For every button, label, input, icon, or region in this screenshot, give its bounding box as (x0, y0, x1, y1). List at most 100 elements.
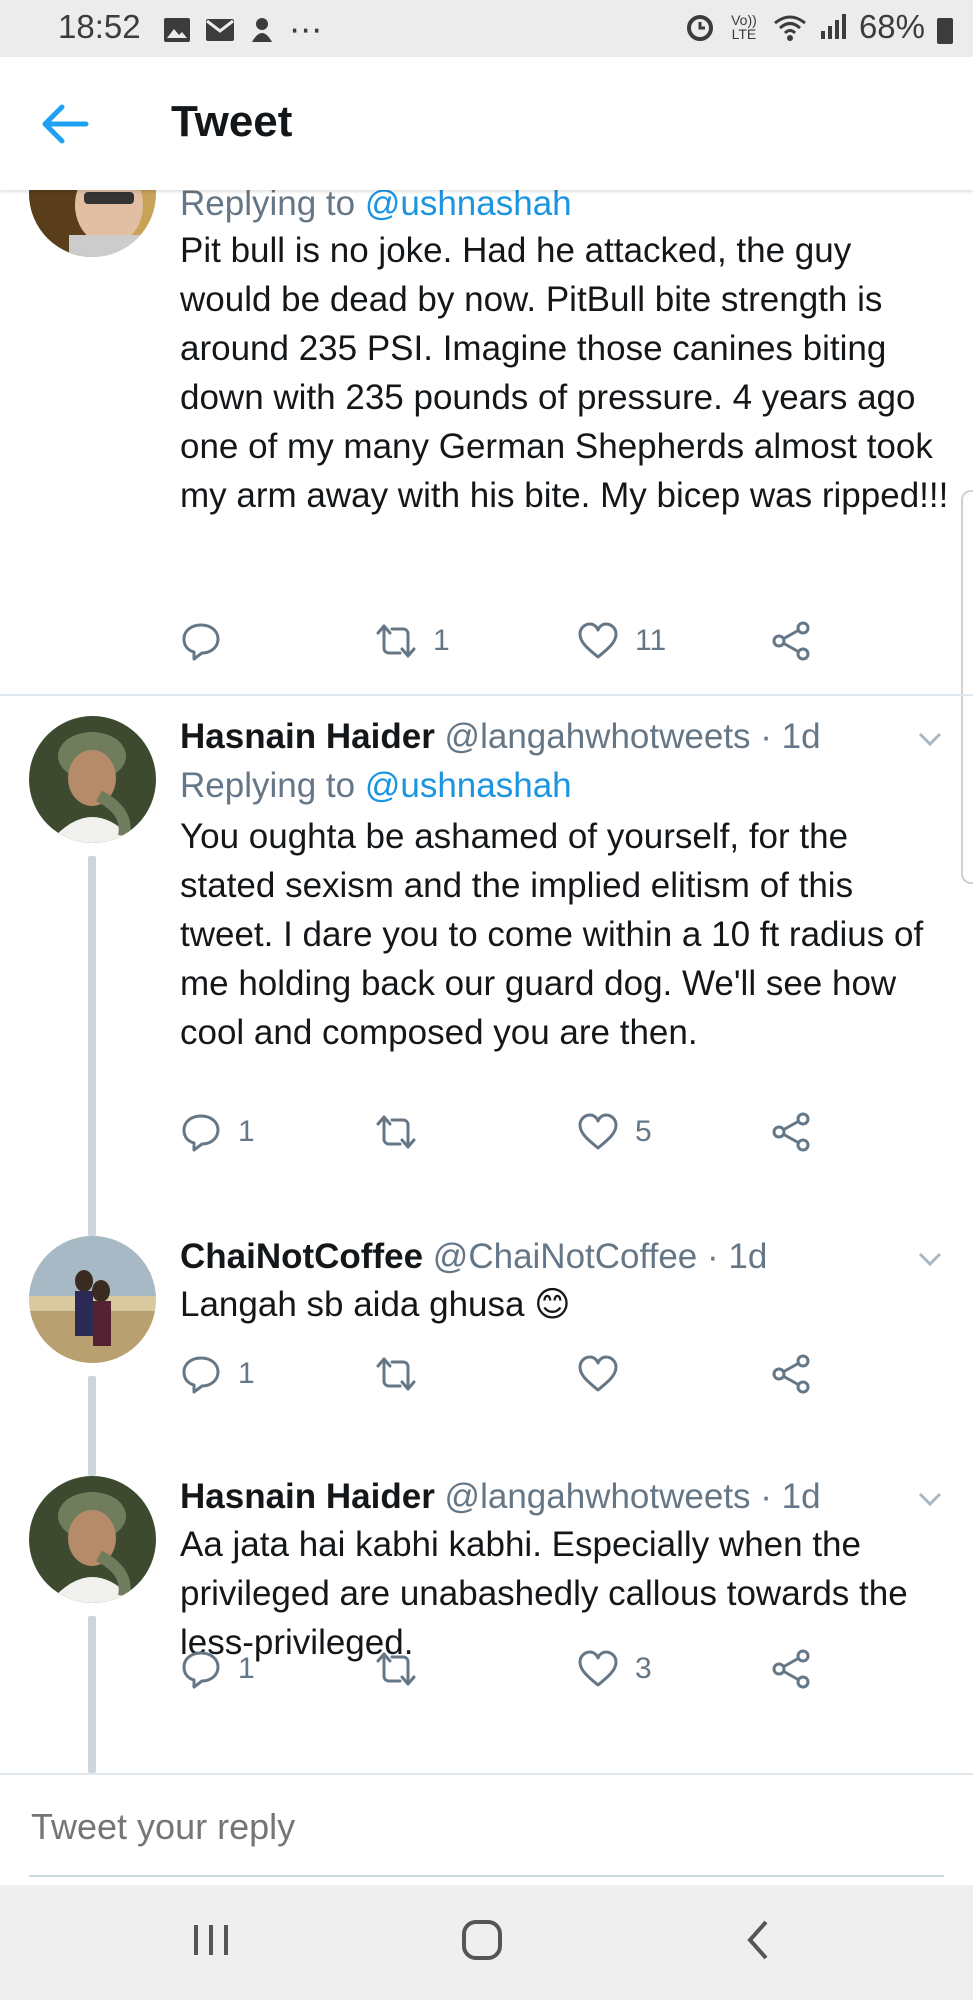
replying-to: Replying to @ushnashah (180, 190, 950, 230)
retweet-button[interactable] (375, 1353, 433, 1395)
reply-bar (0, 1773, 973, 1887)
tweet-meta: ChaiNotCoffee @ChaiNotCoffee · 1d (180, 1234, 950, 1280)
like-icon (577, 1111, 619, 1153)
share-button[interactable] (770, 1353, 812, 1395)
author-name[interactable]: ChaiNotCoffee (180, 1237, 423, 1276)
gallery-icon (164, 17, 190, 42)
tweet-meta: Hasnain Haider @langahwhotweets · 1d (180, 1474, 950, 1520)
tweet-time: · 1d (760, 717, 821, 756)
thread-line (88, 1616, 96, 1773)
chevron-down-icon[interactable] (917, 1246, 943, 1272)
reply-button[interactable]: 1 (180, 1353, 255, 1395)
like-count: 5 (635, 1115, 652, 1148)
tweet-text: Langah sb aida ghusa 😊 (180, 1285, 571, 1324)
battery-level: 68% (858, 8, 925, 45)
status-bar: 18:52 ⋯ Vo)) LTE 68% (0, 0, 973, 57)
share-button[interactable] (770, 1648, 812, 1690)
tweet-time: · 1d (760, 1477, 821, 1516)
wifi-icon (774, 15, 806, 41)
reply-button[interactable] (180, 620, 238, 662)
author-handle[interactable]: @ChaiNotCoffee (433, 1237, 697, 1276)
recent-apps-icon[interactable] (190, 1915, 232, 1965)
status-time: 18:52 (58, 8, 141, 45)
author-name[interactable]: Hasnain Haider (180, 1477, 435, 1516)
battery-icon (937, 18, 953, 44)
back-arrow-icon[interactable] (40, 101, 90, 147)
like-button[interactable]: 5 (577, 1111, 652, 1153)
author-handle[interactable]: @langahwhotweets (445, 1477, 751, 1516)
like-icon (577, 1648, 619, 1690)
reply-underline (29, 1875, 944, 1877)
reply-button[interactable]: 1 (180, 1648, 255, 1690)
reply-input[interactable] (29, 1805, 933, 1849)
retweet-button[interactable] (375, 1111, 433, 1153)
tweet-actions: 15 (180, 1111, 880, 1161)
tweet[interactable]: Replying to @ushnashah Pit bull is no jo… (0, 190, 973, 696)
thread-line (88, 1376, 96, 1476)
system-nav-bar (0, 1885, 973, 2000)
author-name[interactable]: Hasnain Haider (180, 717, 435, 756)
reply-icon (180, 1111, 222, 1153)
back-icon[interactable] (740, 1915, 776, 1965)
reply-button[interactable]: 1 (180, 1111, 255, 1153)
tweet-actions: 13 (180, 1648, 880, 1698)
tweet-text: Pit bull is no joke. Had he attacked, th… (180, 231, 949, 515)
share-button[interactable] (770, 1111, 812, 1153)
retweet-count: 1 (433, 624, 450, 657)
tweet-text: You oughta be ashamed of yourself, for t… (180, 817, 924, 1052)
tweet-meta: Hasnain Haider @langahwhotweets · 1d (180, 714, 950, 760)
tweet-actions: 1 (180, 1353, 880, 1403)
app-header: Tweet (0, 57, 973, 190)
reply-count: 1 (238, 1357, 255, 1390)
like-icon (577, 1353, 619, 1395)
app-icon (252, 17, 272, 42)
retweet-button[interactable] (375, 1648, 433, 1690)
alarm-icon (686, 15, 713, 41)
retweet-button[interactable]: 1 (375, 620, 450, 662)
tweet-thread[interactable]: Replying to @ushnashah Pit bull is no jo… (0, 190, 973, 1773)
replying-to-link[interactable]: @ushnashah (365, 190, 572, 223)
chevron-down-icon[interactable] (917, 726, 943, 752)
avatar[interactable] (29, 190, 156, 257)
notification-icons: ⋯ (163, 10, 322, 49)
like-button[interactable]: 11 (577, 620, 666, 662)
share-button[interactable] (770, 620, 812, 662)
mail-icon (206, 18, 234, 41)
retweet-icon (375, 1648, 417, 1690)
share-icon (770, 1648, 812, 1690)
system-icons: Vo)) LTE 68% (685, 8, 953, 46)
tweet-text: Aa jata hai kabhi kabhi. Especially when… (180, 1525, 908, 1662)
network-type: Vo)) LTE (731, 12, 757, 42)
like-icon (577, 620, 619, 662)
reply-icon (180, 1353, 222, 1395)
reply-count: 1 (238, 1652, 255, 1685)
retweet-icon (375, 620, 417, 662)
tweet-time: · 1d (707, 1237, 768, 1276)
avatar[interactable] (29, 1236, 156, 1363)
author-handle[interactable]: @langahwhotweets (445, 717, 751, 756)
like-button[interactable] (577, 1353, 635, 1395)
avatar[interactable] (29, 716, 156, 843)
home-icon[interactable] (460, 1915, 506, 1965)
tweet-actions: 1 11 (180, 620, 880, 670)
replying-label: Replying to (180, 190, 356, 223)
like-count: 3 (635, 1652, 652, 1685)
thread-line (88, 856, 96, 1236)
share-icon (770, 620, 812, 662)
tweet[interactable]: Hasnain Haider @langahwhotweets · 1d Aa … (0, 1476, 973, 1773)
share-icon (770, 1111, 812, 1153)
reply-icon (180, 1648, 222, 1690)
replying-to-link[interactable]: @ushnashah (365, 766, 572, 805)
like-button[interactable]: 3 (577, 1648, 652, 1690)
replying-to: Replying to @ushnashah (180, 760, 950, 812)
more-notifications-icon: ⋯ (289, 11, 322, 48)
like-count: 11 (635, 624, 667, 657)
reply-count: 1 (238, 1115, 255, 1148)
reply-icon (180, 620, 222, 662)
page-title: Tweet (171, 97, 293, 146)
chevron-down-icon[interactable] (917, 1486, 943, 1512)
tweet[interactable]: ChaiNotCoffee @ChaiNotCoffee · 1d Langah… (0, 1236, 973, 1476)
tweet[interactable]: Hasnain Haider @langahwhotweets · 1d Rep… (0, 696, 973, 1236)
retweet-icon (375, 1353, 417, 1395)
avatar[interactable] (29, 1476, 156, 1603)
